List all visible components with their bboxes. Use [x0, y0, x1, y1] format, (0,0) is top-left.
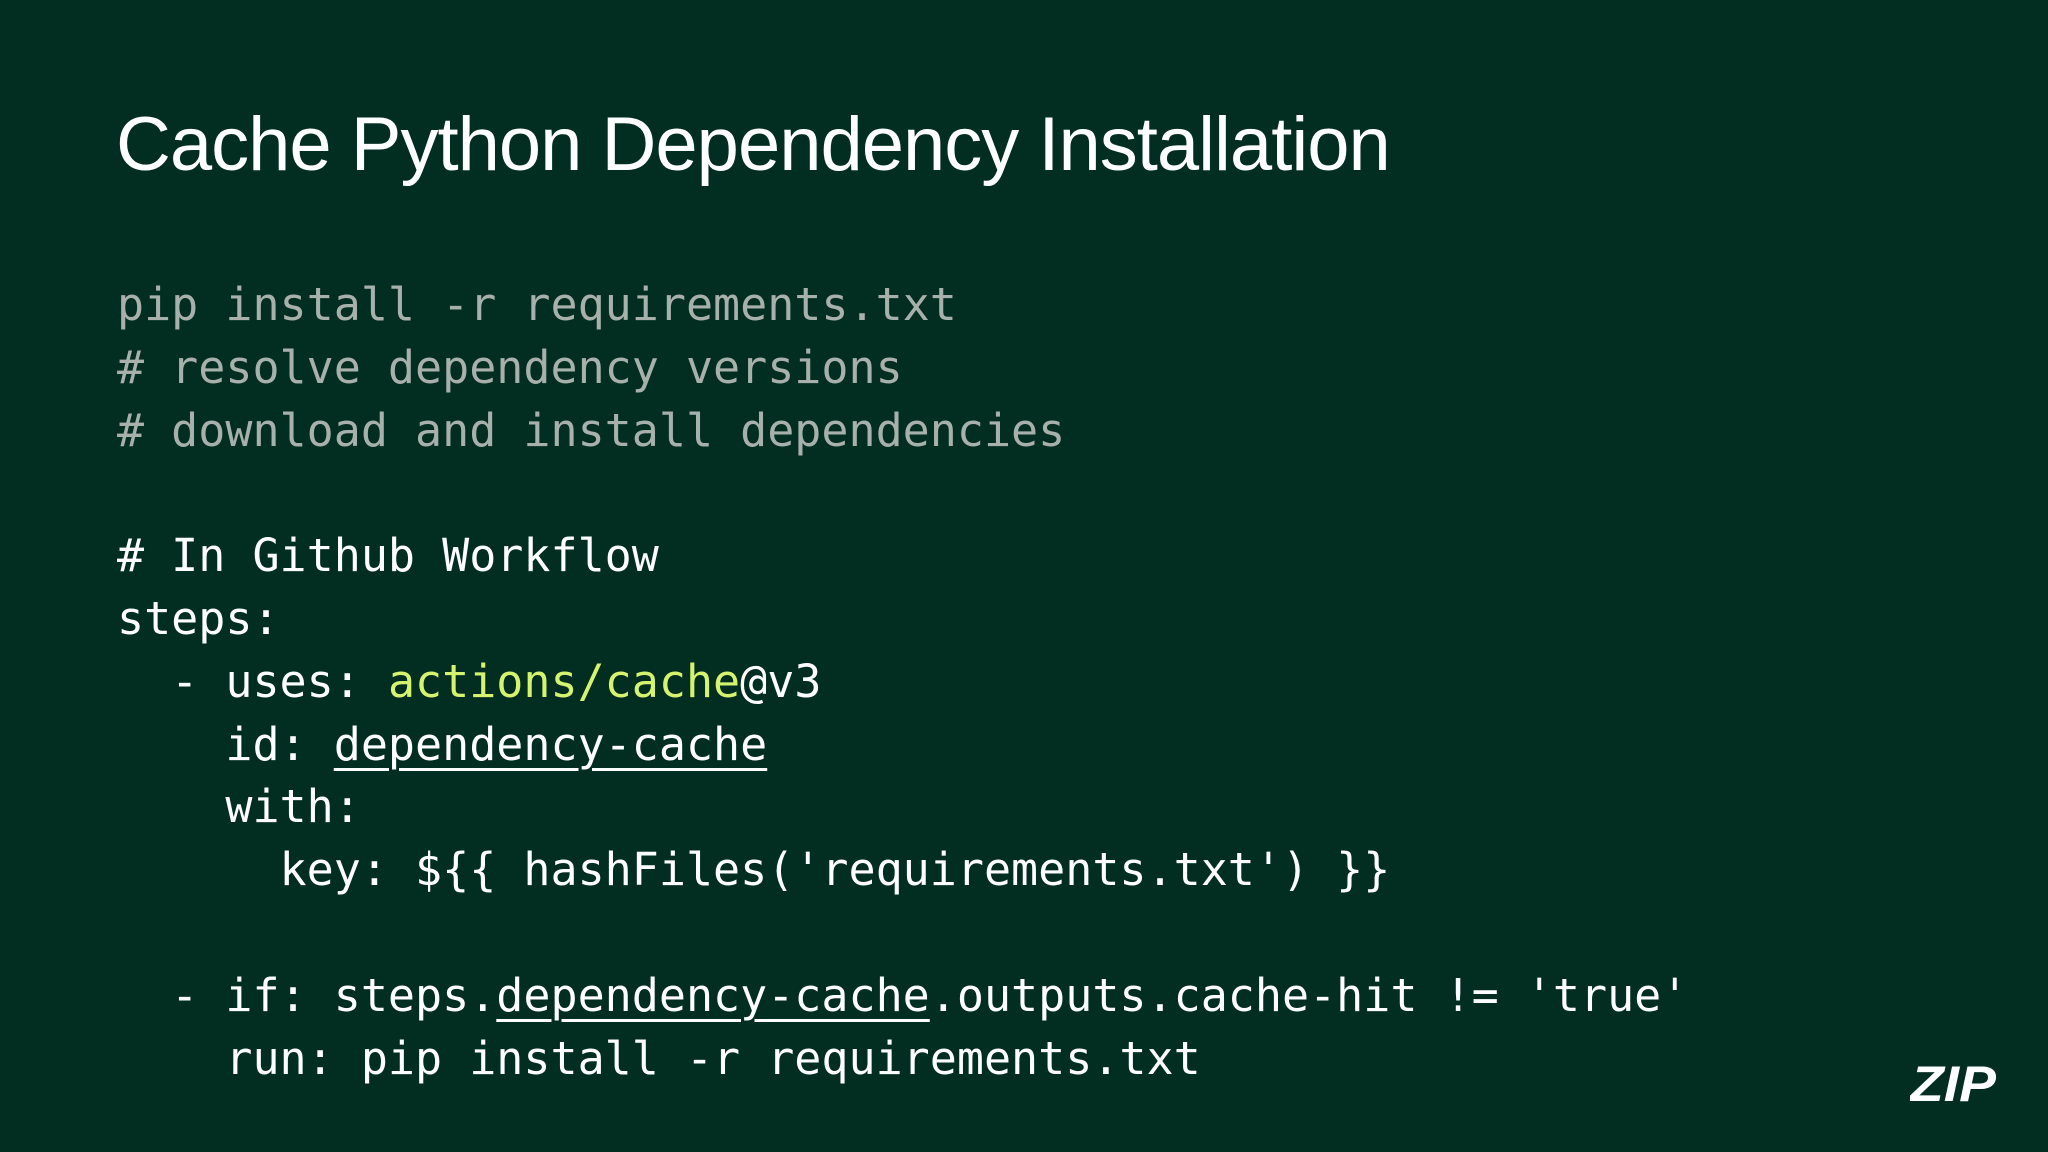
code-comment-download: # download and install dependencies [117, 403, 1066, 457]
zip-logo: ZIP [1910, 1058, 1997, 1108]
slide-title: Cache Python Dependency Installation [116, 102, 1391, 187]
code-line-run: run: pip install -r requirements.txt [117, 1031, 1201, 1085]
zip-logo-text: ZIP [1910, 1058, 1997, 1108]
code-line-with: with: [117, 780, 361, 834]
code-if-suffix: .outputs.cache-hit != 'true' [929, 968, 1689, 1022]
code-line-uses: - uses: actions/cache@v3 [117, 651, 1688, 714]
code-if-step-ref: dependency-cache [496, 968, 930, 1022]
code-line-pip-install: pip install -r requirements.txt [117, 278, 957, 331]
slide: Cache Python Dependency Installation pip… [0, 0, 2048, 1152]
code-id-key: id: [117, 717, 334, 771]
code-comment-resolve: # resolve dependency versions [117, 340, 903, 394]
code-line-steps: steps: [117, 591, 280, 645]
code-if-prefix: - if: steps. [117, 968, 497, 1022]
code-uses-key: - uses: [117, 654, 388, 708]
code-action-version: @v3 [740, 654, 822, 708]
code-line-if: - if: steps.dependency-cache.outputs.cac… [117, 965, 1688, 1028]
code-action-name: actions/cache [387, 654, 741, 708]
code-line-key: key: ${{ hashFiles('requirements.txt') }… [117, 843, 1391, 897]
code-comment-workflow: # In Github Workflow [117, 529, 659, 583]
code-id-value: dependency-cache [333, 717, 768, 771]
code-line-id: id: dependency-cache [117, 714, 1688, 777]
code-block: pip install -r requirements.txt # resolve… [117, 274, 1688, 1090]
